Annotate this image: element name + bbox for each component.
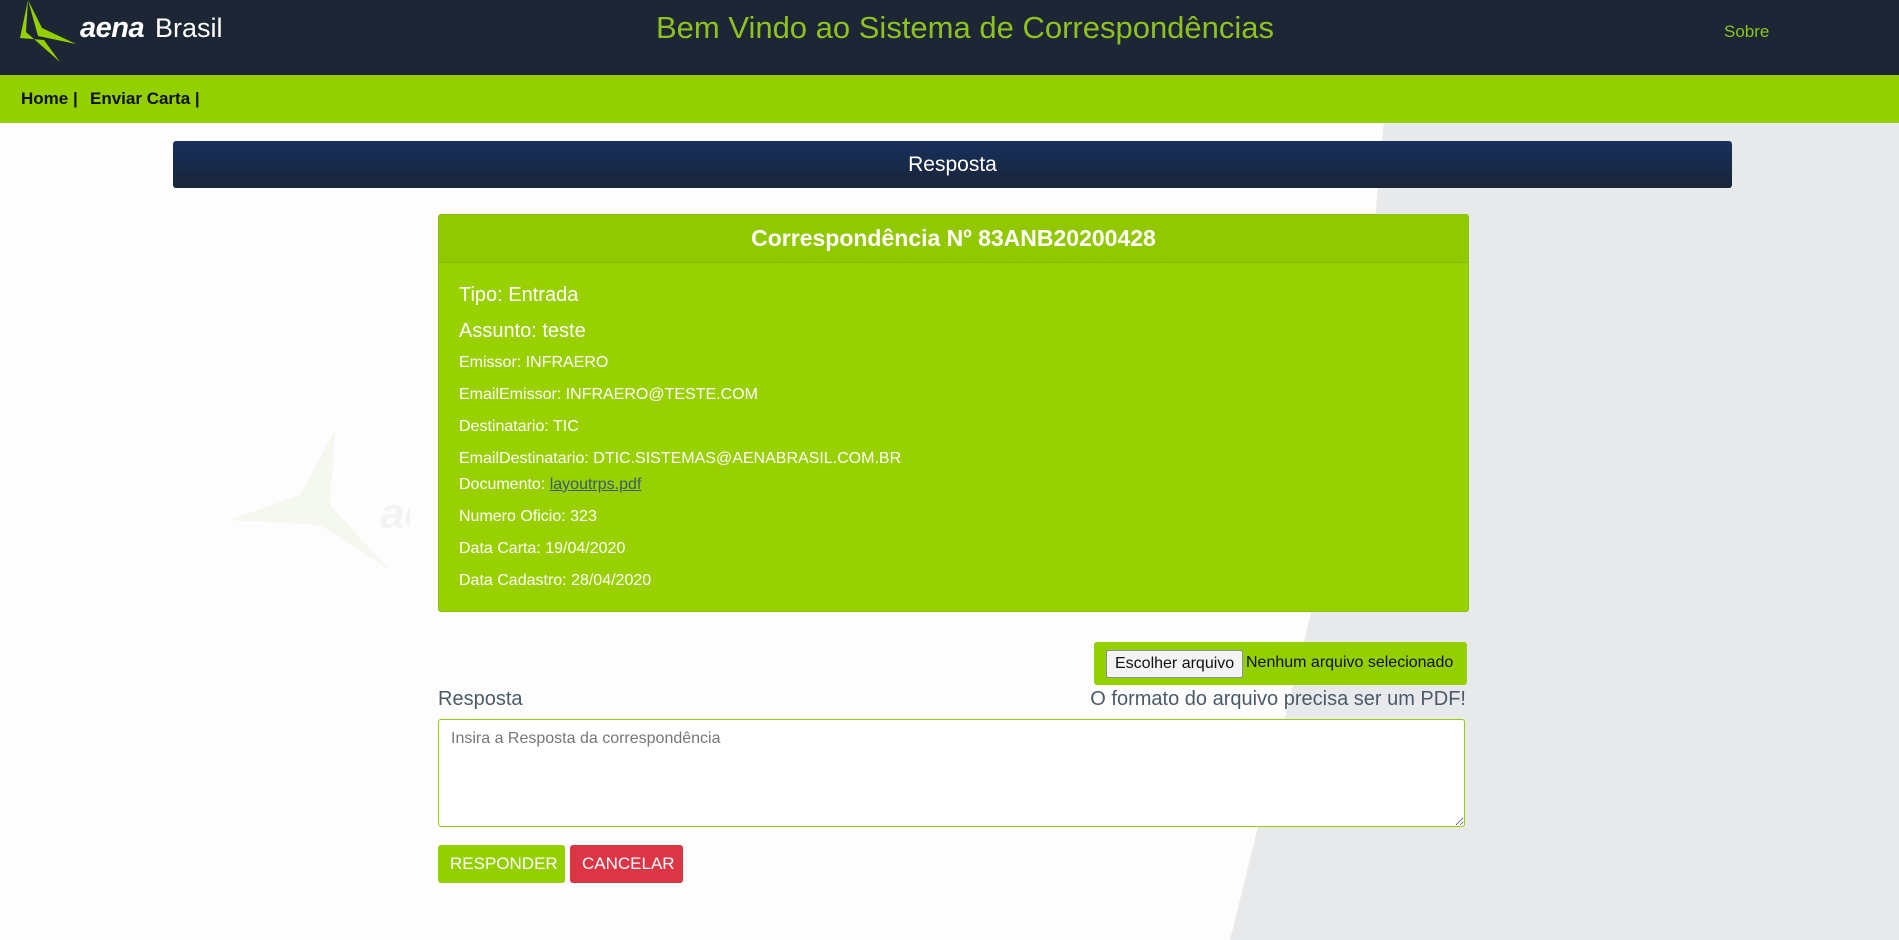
page-welcome-title: Bem Vindo ao Sistema de Correspondências <box>655 10 1275 45</box>
documento-label: Documento: <box>459 476 550 493</box>
email-destinatario-field: EmailDestinatario: DTIC.SISTEMAS@AENABRA… <box>459 450 902 467</box>
resposta-label: Resposta <box>438 688 523 710</box>
card-title: Correspondência Nº 83ANB20200428 <box>439 215 1468 263</box>
documento-field: Documento: layoutrps.pdf <box>459 476 641 494</box>
watermark-logo-icon: ae <box>230 430 410 570</box>
resposta-textarea[interactable] <box>438 719 1465 827</box>
file-input: Escolher arquivo Nenhum arquivo selecion… <box>1094 642 1467 685</box>
file-status-text: Nenhum arquivo selecionado <box>1246 654 1454 671</box>
svg-text:ae: ae <box>380 489 410 538</box>
responder-button[interactable]: RESPONDER <box>438 845 565 883</box>
top-header: aena Brasil Bem Vindo ao Sistema de Corr… <box>0 0 1899 75</box>
data-carta-field: Data Carta: 19/04/2020 <box>459 540 626 557</box>
destinatario-field: Destinatario: TIC <box>459 418 579 435</box>
cancelar-button[interactable]: CANCELAR <box>570 845 683 883</box>
emissor-field: Emissor: INFRAERO <box>459 354 609 371</box>
nav-item-enviar-carta[interactable]: Enviar Carta | <box>90 89 200 109</box>
nav-bar: Home | Enviar Carta | <box>0 75 1899 123</box>
numero-oficio-field: Numero Oficio: 323 <box>459 508 597 525</box>
tipo-field: Tipo: Entrada <box>459 284 579 306</box>
pdf-format-hint: O formato do arquivo precisa ser um PDF! <box>1090 688 1466 710</box>
sobre-link[interactable]: Sobre <box>1724 22 1769 42</box>
assunto-field: Assunto: teste <box>459 320 586 342</box>
section-title: Resposta <box>173 141 1732 188</box>
correspondence-card: Correspondência Nº 83ANB20200428 Tipo: E… <box>438 214 1469 612</box>
email-emissor-field: EmailEmissor: INFRAERO@TESTE.COM <box>459 386 758 403</box>
data-cadastro-field: Data Cadastro: 28/04/2020 <box>459 572 652 589</box>
documento-link[interactable]: layoutrps.pdf <box>550 476 642 493</box>
choose-file-button[interactable]: Escolher arquivo <box>1106 650 1244 678</box>
nav-item-home[interactable]: Home | <box>21 89 78 109</box>
